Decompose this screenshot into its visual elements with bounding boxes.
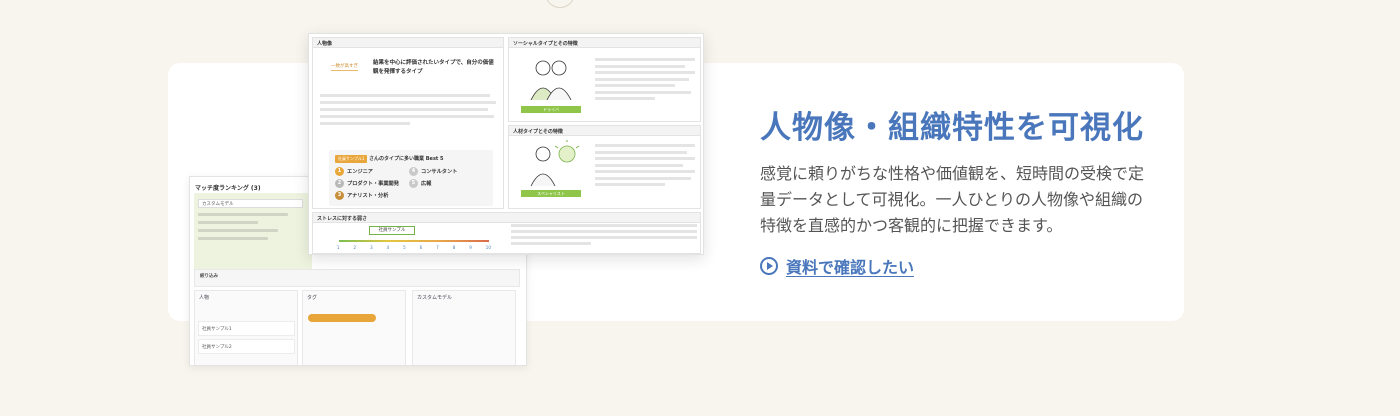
best-job-item: 5 広報 — [409, 179, 431, 188]
panel-title: ストレスに対する弱さ — [313, 213, 700, 223]
stress-scale-bar — [339, 240, 489, 242]
document-link[interactable]: 資料で確認したい — [760, 254, 914, 278]
human-type-label: スペシャリスト — [521, 190, 581, 197]
stress-panel: ストレスに対する弱さ 社員サンプル 1 2 3 4 5 6 7 8 9 10 — [312, 212, 701, 254]
ranking-column-model: カスタムモデル — [412, 290, 516, 365]
tag-pill — [308, 314, 376, 322]
panel-title: 人物像 — [313, 38, 503, 48]
social-type-panel: ソーシャルタイプとその特徴 ドライバ — [508, 37, 701, 122]
list-item: 社員サンプル1 — [198, 321, 295, 336]
column-header: カスタムモデル — [417, 295, 453, 301]
person-panel: 人物像 一致が高すぎ 結果を中心に評価されたいタイプで、自分の価値観を発揮するタ… — [312, 37, 504, 209]
ranking-model-select: カスタムモデル — [198, 199, 303, 208]
ranking-section-title: 絞り込み — [200, 274, 218, 279]
human-type-text — [595, 144, 695, 186]
panel-title: ソーシャルタイプとその特徴 — [509, 38, 700, 48]
best-jobs-title: さんのタイプに多い職業 Best 5 — [369, 156, 444, 162]
lightbulb-illustration — [530, 140, 580, 187]
report-screenshot: 人物像 一致が高すぎ 結果を中心に評価されたいタイプで、自分の価値観を発揮するタ… — [308, 33, 704, 255]
stress-scale-ticks: 1 2 3 4 5 6 7 8 9 10 — [337, 245, 491, 250]
document-link-label: 資料で確認したい — [786, 258, 915, 277]
column-header: タグ — [307, 295, 318, 301]
ranking-section: 絞り込み — [194, 269, 520, 287]
ranking-column-person: 人物 社員サンプル1 社員サンプル2 — [194, 290, 298, 365]
feature-heading: 人物像・組織特性を可視化 — [760, 110, 1144, 146]
play-circle-icon — [760, 257, 778, 275]
best-jobs-box: 社員サンプル1 さんのタイプに多い職業 Best 5 1 エンジニア 4 コンサルタ… — [329, 150, 493, 206]
person-description — [320, 94, 500, 125]
ranking-text-line — [198, 229, 278, 232]
stress-description — [511, 224, 697, 245]
best-job-item: 4 コンサルタント — [409, 167, 457, 176]
ranking-column-tag: タグ — [302, 290, 406, 365]
ranking-text-line — [198, 221, 258, 224]
person-tag: 一致が高すぎ — [331, 64, 358, 71]
social-type-illustration — [530, 60, 572, 101]
ranking-title: マッチ度ランキング (3) — [195, 185, 261, 192]
column-header: 人物 — [199, 295, 210, 301]
best-jobs-tag: 社員サンプル1 — [335, 155, 368, 163]
panel-title: 人材タイプとその特徴 — [509, 126, 700, 136]
feature-description: 感覚に頼りがちな性格や価値観を、短時間の受検で定量データとして可視化。一人ひとり… — [760, 164, 1145, 235]
human-type-panel: 人材タイプとその特徴 スペシャリスト — [508, 125, 701, 209]
ranking-text-line — [198, 213, 288, 216]
list-item: 社員サンプル2 — [198, 339, 295, 354]
best-job-item: 2 プロダクト・事業開発 — [335, 179, 399, 188]
best-job-item: 3 アナリスト・分析 — [335, 191, 388, 200]
social-type-text — [595, 58, 695, 100]
section-divider-circle — [545, 0, 575, 8]
best-job-item: 1 エンジニア — [335, 167, 373, 176]
social-type-label: ドライバ — [521, 106, 581, 113]
person-headline: 結果を中心に評価されたいタイプで、自分の価値観を発揮するタイプ — [373, 60, 494, 75]
stress-sample-chip: 社員サンプル — [369, 226, 415, 235]
ranking-text-line — [198, 237, 268, 240]
